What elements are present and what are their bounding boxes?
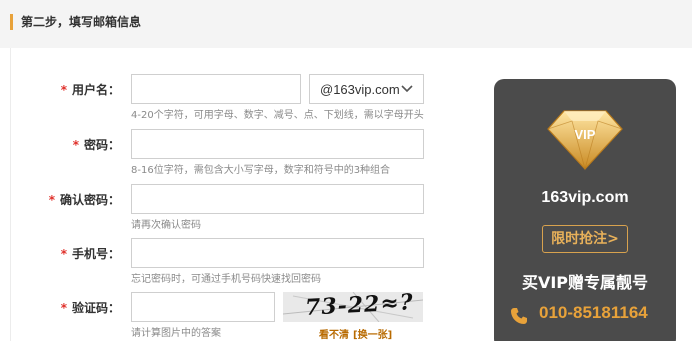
captcha-input[interactable] — [131, 292, 275, 322]
step-header: 第二步，填写邮箱信息 — [0, 0, 692, 48]
cant-see-text: 看不清 — [319, 330, 349, 341]
vip-promo-card: VIP 163vip.com 限时抢注> 买VIP赠专属靓号 010-85181… — [494, 79, 676, 341]
phone-label-text: 手机号： — [71, 247, 120, 261]
captcha-hint: 请计算图片中的答案 — [131, 328, 221, 339]
required-mark: * — [60, 247, 67, 261]
username-label: * 用户名： — [0, 82, 120, 98]
password-input[interactable] — [131, 129, 424, 159]
phone-label: * 手机号： — [0, 246, 120, 262]
phone-icon — [511, 308, 527, 324]
vip-phone-number: 010-85181164 — [539, 303, 648, 322]
captcha-label-text: 验证码： — [71, 301, 120, 315]
required-mark: * — [60, 83, 67, 97]
confirm-password-input[interactable] — [131, 184, 424, 214]
refresh-captcha-link[interactable]: [换一张] — [353, 330, 392, 341]
required-mark: * — [60, 301, 67, 315]
phone-input[interactable] — [131, 238, 424, 268]
domain-select[interactable]: @163vip.com — [309, 74, 424, 104]
captcha-image[interactable]: 73-22≈? — [283, 292, 423, 322]
required-mark: * — [72, 138, 79, 152]
register-now-button[interactable]: 限时抢注> — [542, 225, 628, 253]
phone-hint: 忘记密码时，可通过手机号码快速找回密码 — [131, 274, 321, 285]
captcha-refresh-link[interactable]: 看不清 [换一张] — [319, 326, 392, 341]
confirm-label-text: 确认密码： — [59, 193, 120, 207]
username-label-text: 用户名： — [71, 83, 120, 97]
confirm-label: * 确认密码： — [0, 192, 120, 208]
step-title: 第二步，填写邮箱信息 — [21, 15, 142, 29]
confirm-hint: 请再次确认密码 — [131, 220, 201, 231]
captcha-label: * 验证码： — [0, 300, 120, 316]
password-label-text: 密码： — [83, 138, 120, 152]
step-accent-bar — [10, 14, 13, 30]
username-hint: 4-20个字符，可用字母、数字、减号、点、下划线，需以字母开头 — [131, 110, 424, 121]
username-input[interactable] — [131, 74, 301, 104]
password-label: * 密码： — [0, 137, 120, 153]
vip-slogan: 买VIP赠专属靓号 — [521, 273, 649, 292]
required-mark: * — [48, 193, 55, 207]
vip-diamond-icon: VIP — [547, 110, 623, 171]
chevron-down-icon — [401, 85, 413, 93]
vip-domain: 163vip.com — [541, 189, 629, 206]
gem-vip-text: VIP — [575, 127, 596, 142]
password-hint: 8-16位字符，需包含大小写字母，数字和符号中的3种组合 — [131, 165, 391, 176]
domain-selected: @163vip.com — [320, 82, 400, 97]
